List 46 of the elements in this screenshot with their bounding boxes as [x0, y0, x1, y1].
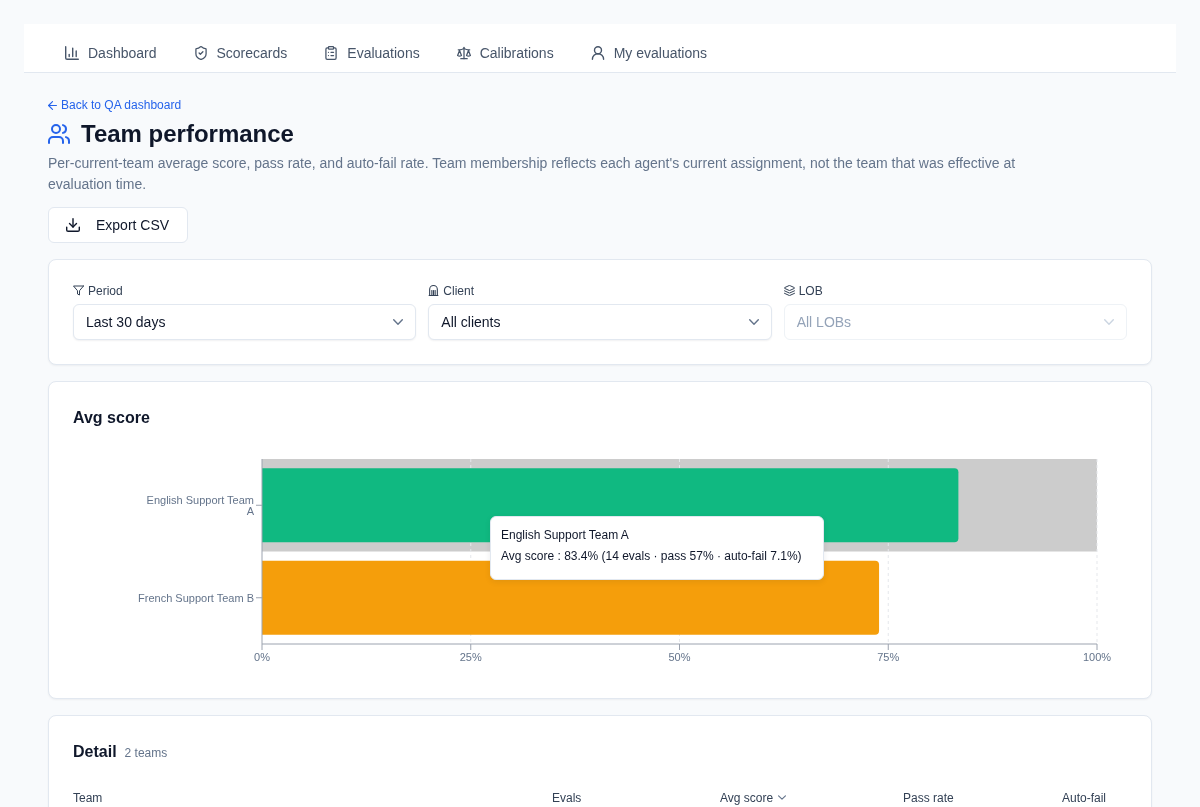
nav-tab[interactable]: Calibrations	[456, 45, 554, 61]
column-header[interactable]: Pass rate	[903, 789, 954, 806]
column-header[interactable]: Evals	[552, 789, 582, 806]
page-description: Per-current-team average score, pass rate, and auto-fail rate. Team membership reflects each agent's current assignment, not the team that was effective at evaluation time.	[48, 153, 1017, 194]
clipboard-icon	[324, 46, 339, 60]
axis-label: English Support Team A	[146, 493, 254, 517]
layers-icon	[783, 285, 795, 296]
filter-label: Period	[88, 282, 123, 299]
chevron-down-icon	[748, 318, 759, 325]
shield-check-icon	[193, 46, 208, 60]
chevron-down-icon	[1104, 318, 1114, 325]
download-icon	[66, 217, 80, 232]
column-header[interactable]: Team	[73, 789, 103, 806]
chevron-down-icon	[393, 318, 404, 325]
column-header[interactable]: Avg score	[720, 789, 787, 806]
nav-tab[interactable]: My evaluations	[590, 45, 708, 61]
tick-label: 25%	[459, 650, 482, 663]
nav-tab[interactable]: Evaluations	[324, 45, 420, 61]
select-field[interactable]: All clients	[428, 303, 772, 340]
nav-tab[interactable]: Scorecards	[193, 45, 288, 61]
tooltip-text: Avg score : 83.4% (14 evals · pass 57% · auto-fail 7.1%)	[501, 547, 802, 564]
export-button[interactable]: Export CSV	[48, 206, 189, 243]
back-link[interactable]: Back to QA dashboard	[48, 97, 182, 113]
axis-label: French Support Team B	[138, 591, 254, 604]
tick-label: 50%	[668, 650, 691, 663]
tick-label: 100%	[1082, 650, 1112, 663]
building-icon	[428, 285, 440, 296]
filter-label: Client	[443, 282, 474, 299]
column-header[interactable]: Auto-fail	[1062, 789, 1107, 806]
nav-tab[interactable]: Dashboard	[65, 45, 157, 61]
select-field[interactable]: Last 30 days	[73, 303, 417, 340]
sort-chevron-icon	[778, 795, 787, 800]
filter-icon	[73, 285, 84, 296]
team-count: 2 teams	[124, 745, 168, 760]
chart-title: Avg score	[73, 407, 151, 428]
users-icon	[48, 123, 70, 144]
tick-label: 0%	[254, 650, 270, 663]
detail-title: Detail	[73, 741, 117, 762]
arrow-left-icon	[48, 100, 57, 110]
scale-icon	[456, 46, 471, 60]
bar-chart-icon	[65, 46, 79, 60]
page-title: Team performance	[81, 118, 294, 149]
user-icon	[590, 46, 605, 60]
filter-label: LOB	[798, 282, 823, 299]
tooltip-title: English Support Team A	[501, 526, 629, 543]
tick-label: 75%	[877, 650, 900, 663]
